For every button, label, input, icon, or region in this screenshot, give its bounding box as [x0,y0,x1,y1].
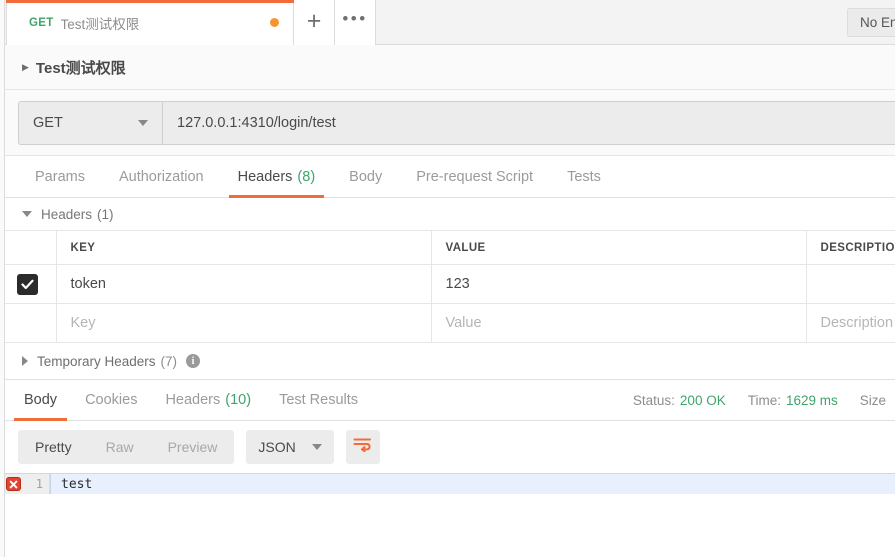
new-tab-button[interactable]: + [294,0,335,45]
view-mode-preview[interactable]: Preview [151,430,235,464]
new-row-description-input[interactable]: Description [806,303,895,343]
response-tab-cookies[interactable]: Cookies [71,380,151,420]
time-label: Time: [747,392,781,408]
new-row-checkbox-placeholder [0,303,57,343]
tab-options-button[interactable]: ••• [335,0,376,45]
environment-selector[interactable]: No Environment [847,7,895,37]
table-row: token 123 [0,264,895,304]
word-wrap-button[interactable] [345,430,380,464]
triangle-down-icon [22,211,32,217]
breadcrumb-title: Test测试权限 [35,59,126,77]
new-row-value-input[interactable]: Value [431,303,807,343]
info-icon[interactable]: i [186,354,201,368]
view-mode-pretty[interactable]: Pretty [18,430,89,464]
response-tab-test-results-label: Test Results [279,392,359,408]
time-value[interactable]: 1629 ms [786,393,838,408]
response-format-toolbar: Pretty Raw Preview JSON [0,421,895,473]
http-method-select[interactable]: GET [18,100,162,145]
chevron-right-icon: ▶ [22,61,29,72]
tab-authorization[interactable]: Authorization [102,156,221,197]
tab-pre-request-script[interactable]: Pre-request Script [399,156,550,197]
headers-table: KEY VALUE DESCRIPTION token 123 [0,230,895,343]
chevron-down-icon [311,444,322,450]
temporary-headers-title: Temporary Headers [37,353,156,369]
http-method-value: GET [33,114,63,131]
headers-collapse-toggle[interactable]: Headers (1) [0,198,895,230]
view-mode-switch: Pretty Raw Preview [18,430,235,464]
request-tab-active[interactable]: GET Test测试权限 [6,0,294,45]
request-tabstrip: GET Test测试权限 + ••• No Environment [0,0,895,45]
response-tab-headers-count: (10) [225,392,252,408]
response-body-editor[interactable]: 1 test [0,473,895,557]
column-header-checkbox [0,230,57,265]
tabstrip-spacer [376,0,847,44]
tab-params-label: Params [35,168,85,185]
row-key-input[interactable]: token [56,264,432,304]
tab-params[interactable]: Params [18,156,102,197]
tab-headers-label: Headers [237,168,293,185]
word-wrap-icon [353,437,372,457]
url-bar: GET 127.0.0.1:4310/login/test [0,90,895,156]
tab-authorization-label: Authorization [118,168,204,185]
status-value[interactable]: 200 OK [680,393,726,408]
tab-headers-count: (8) [297,168,316,185]
editor-gutter: 1 [0,474,50,494]
response-tab-headers-label: Headers [165,392,221,408]
postman-window: GET Test测试权限 + ••• No Environment ▶ Test… [0,0,895,557]
response-tab-body-label: Body [24,392,58,408]
checkbox-checked-icon [17,273,39,295]
row-enable-checkbox[interactable] [0,264,57,304]
triangle-right-icon [22,356,28,366]
chevron-down-icon [138,119,148,126]
response-language-value: JSON [258,439,296,455]
row-description-input[interactable] [806,264,895,304]
tab-method-label: GET [29,16,54,29]
url-input[interactable]: 127.0.0.1:4310/login/test [162,100,895,145]
response-section-tabs: Body Cookies Headers (10) Test Results S… [0,379,895,421]
column-header-description: DESCRIPTION [806,230,895,265]
column-header-key: KEY [56,230,432,265]
size-label: Size [859,392,886,408]
status-label: Status: [632,392,675,408]
request-section-tabs: Params Authorization Headers (8) Body Pr… [0,156,895,198]
headers-group-title: Headers [41,206,93,222]
table-header-row: KEY VALUE DESCRIPTION [0,230,895,265]
tab-pre-request-script-label: Pre-request Script [416,168,534,185]
new-row-key-input[interactable]: Key [56,303,432,343]
response-language-select[interactable]: JSON [246,430,334,464]
temporary-headers-toggle[interactable]: Temporary Headers (7) i [0,343,895,379]
column-header-value: VALUE [431,230,807,265]
response-tab-test-results[interactable]: Test Results [265,380,372,420]
row-value-input[interactable]: 123 [431,264,807,304]
tab-body-label: Body [349,168,383,185]
sidebar-edge [0,0,5,557]
tab-title-label: Test测试权限 [60,16,140,32]
view-mode-raw[interactable]: Raw [89,430,151,464]
headers-group-count: (1) [97,206,114,222]
code-line-text: test [50,474,895,494]
temporary-headers-count: (7) [160,353,178,369]
breadcrumb[interactable]: ▶ Test测试权限 [0,45,895,90]
tab-tests-label: Tests [567,168,601,185]
tab-headers[interactable]: Headers (8) [221,156,333,198]
tab-tests[interactable]: Tests [550,156,618,197]
response-tab-cookies-label: Cookies [85,392,138,408]
unsaved-dot-icon [270,18,279,27]
tab-body[interactable]: Body [332,156,399,197]
response-tab-body[interactable]: Body [10,380,71,421]
table-row: Key Value Description [0,303,895,343]
response-tab-headers[interactable]: Headers (10) [151,380,265,420]
headers-section: Headers (1) KEY VALUE DESCRIPTION [0,198,895,379]
error-marker-icon[interactable] [6,477,21,491]
code-line: 1 test [0,473,895,494]
line-number: 1 [35,477,43,491]
response-status-bar: Status: 200 OK Time: 1629 ms Size [633,380,895,420]
